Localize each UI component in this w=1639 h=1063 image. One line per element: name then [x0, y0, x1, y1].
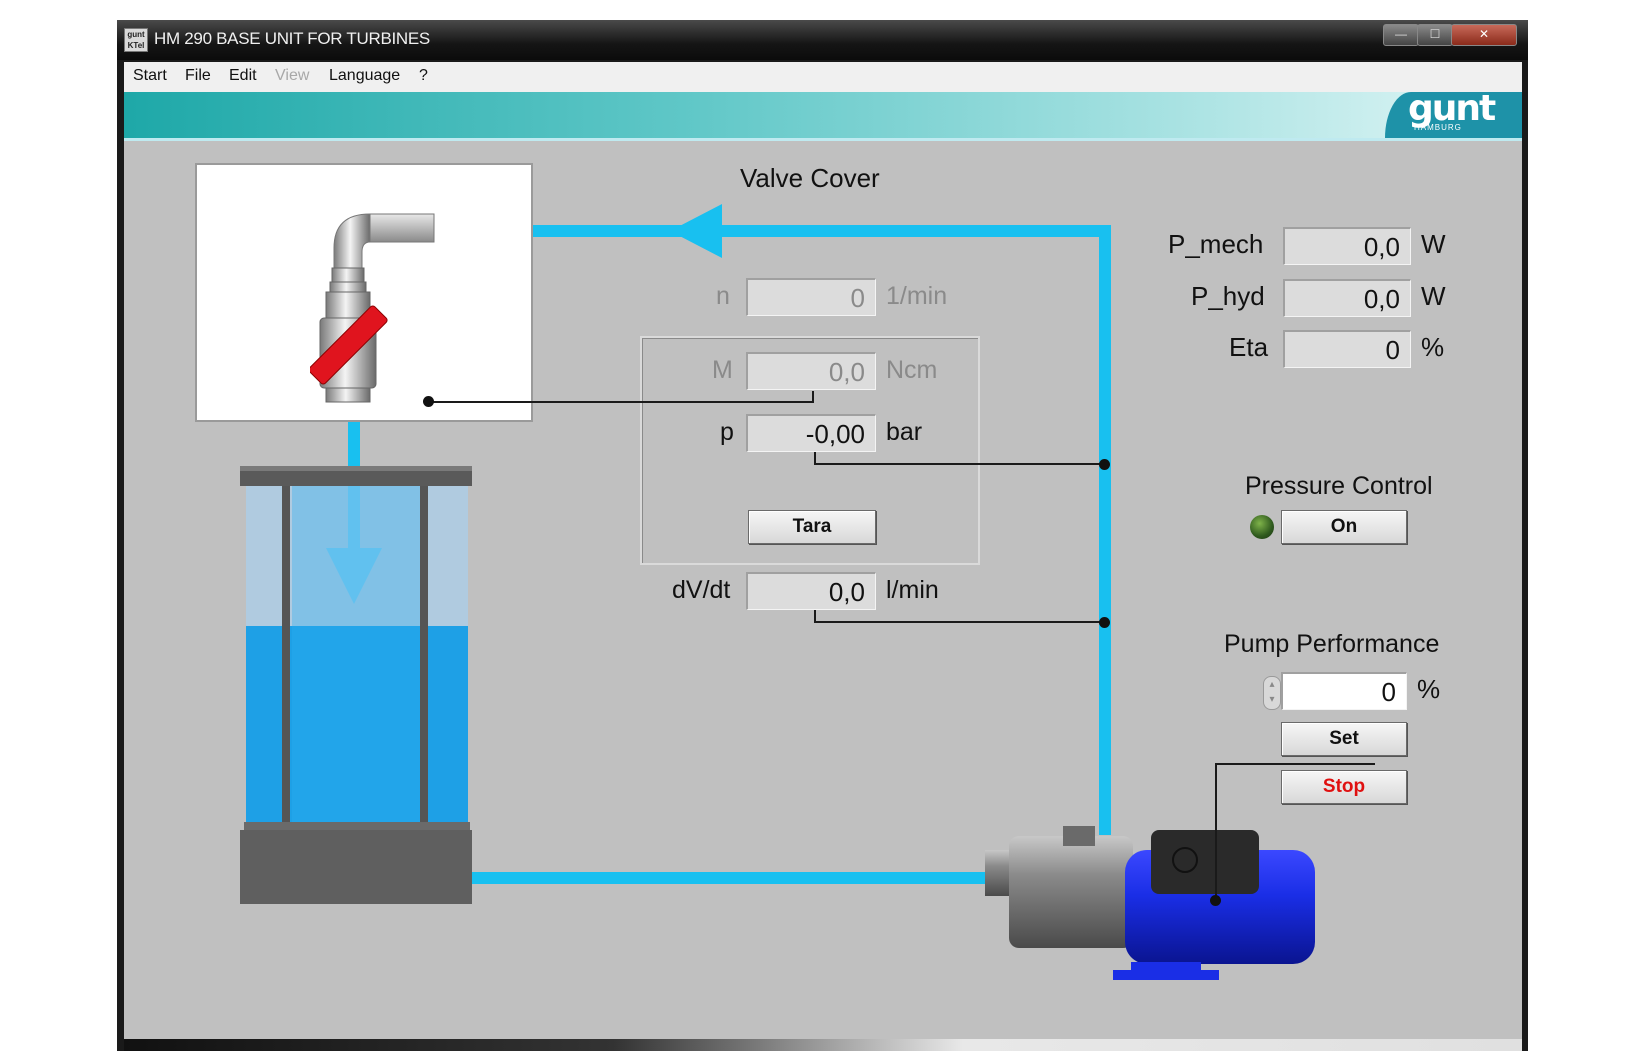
gunt-logo-subtext: HAMBURG — [1414, 123, 1462, 132]
pressure-field: -0,00 — [746, 414, 876, 452]
pressure-tap-dot — [1099, 459, 1110, 470]
menu-view: View — [275, 67, 310, 84]
speed-unit: 1/min — [886, 282, 948, 310]
torque-unit: Ncm — [886, 356, 938, 384]
pressure-control-on-button[interactable]: On — [1281, 510, 1407, 544]
valve-cover-icon — [310, 213, 435, 403]
minimize-button[interactable]: — — [1383, 24, 1419, 46]
flow-wire — [814, 621, 1104, 623]
torque-field: 0,0 — [746, 352, 876, 390]
pump-control-wire-down — [1215, 763, 1217, 901]
speed-label: n — [716, 282, 730, 310]
pump-performance-title: Pump Performance — [1224, 630, 1440, 658]
app-icon: gunt KTel — [124, 28, 148, 52]
tara-button[interactable]: Tara — [748, 510, 876, 544]
menu-file[interactable]: File — [185, 67, 211, 85]
p-mech-field: 0,0 — [1283, 227, 1411, 265]
return-pipe — [470, 872, 1000, 884]
p-hyd-unit: W — [1421, 281, 1446, 311]
set-button[interactable]: Set — [1281, 722, 1407, 756]
valve-cover-label: Valve Cover — [740, 163, 880, 193]
flow-rate-unit: l/min — [886, 576, 939, 604]
header-banner — [124, 92, 1522, 138]
eta-field: 0 — [1283, 330, 1411, 368]
menu-edit[interactable]: Edit — [229, 67, 257, 85]
eta-unit: % — [1421, 332, 1445, 362]
pressure-wire — [814, 463, 1104, 465]
menu-language[interactable]: Language — [329, 67, 400, 85]
pressure-control-title: Pressure Control — [1245, 472, 1433, 500]
riser-pipe — [1099, 225, 1111, 835]
eta-label: Eta — [1229, 332, 1269, 362]
pump-icon — [985, 826, 1315, 980]
p-mech-unit: W — [1421, 229, 1446, 259]
p-hyd-label: P_hyd — [1191, 281, 1265, 311]
speed-field: 0 — [746, 278, 876, 316]
valve-sensor-dot — [423, 396, 434, 407]
pump-control-wire — [1215, 763, 1375, 765]
menu-start[interactable]: Start — [133, 67, 167, 85]
pressure-label: p — [720, 418, 734, 446]
stop-button[interactable]: Stop — [1281, 770, 1407, 804]
valve-sensor-wire — [428, 401, 814, 403]
pressure-unit: bar — [886, 418, 923, 446]
pressure-control-indicator-icon — [1250, 515, 1274, 539]
window-title: HM 290 BASE UNIT FOR TURBINES — [154, 29, 430, 48]
water-tank-icon — [240, 466, 472, 904]
flow-rate-field: 0,0 — [746, 572, 876, 610]
valve-sensor-wire-stub — [812, 391, 814, 402]
flow-tap-dot — [1099, 617, 1110, 628]
torque-label: M — [712, 356, 733, 384]
p-hyd-field: 0,0 — [1283, 279, 1411, 317]
flow-rate-label: dV/dt — [672, 576, 731, 604]
top-pipe — [533, 225, 1106, 237]
close-button[interactable]: ✕ — [1451, 24, 1517, 46]
p-mech-label: P_mech — [1168, 229, 1264, 259]
pump-performance-input[interactable]: 0 — [1281, 672, 1407, 710]
menu-help[interactable]: ? — [419, 67, 428, 85]
maximize-button[interactable]: ☐ — [1417, 24, 1453, 46]
spinner-arrows-icon[interactable]: ▴ ▾ — [1263, 676, 1281, 710]
flow-arrow-left-icon — [670, 204, 722, 258]
pump-performance-unit: % — [1417, 674, 1441, 704]
pump-control-dot — [1210, 895, 1221, 906]
window-bottom-edge — [124, 1039, 1522, 1051]
